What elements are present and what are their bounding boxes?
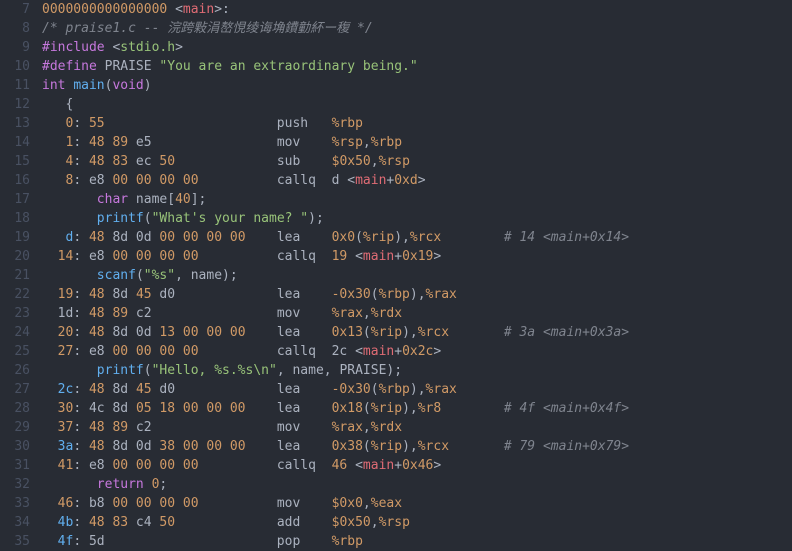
code-editor[interactable]: 7891011121314151617181920212223242526272… bbox=[0, 0, 792, 551]
line-number: 33 bbox=[0, 494, 30, 513]
code-line[interactable]: 0000000000000000 <main>: bbox=[42, 0, 792, 19]
code-line[interactable]: char name[40]; bbox=[42, 190, 792, 209]
line-number: 10 bbox=[0, 57, 30, 76]
line-number: 29 bbox=[0, 418, 30, 437]
code-line[interactable]: 14: e8 00 00 00 00 callq 19 <main+0x19> bbox=[42, 247, 792, 266]
code-line[interactable]: 20: 48 8d 0d 13 00 00 00 lea 0x13(%rip),… bbox=[42, 323, 792, 342]
code-line[interactable]: printf("What's your name? "); bbox=[42, 209, 792, 228]
line-number: 14 bbox=[0, 133, 30, 152]
code-line[interactable]: 46: b8 00 00 00 00 mov $0x0,%eax bbox=[42, 494, 792, 513]
line-number: 16 bbox=[0, 171, 30, 190]
line-number: 27 bbox=[0, 380, 30, 399]
line-number: 18 bbox=[0, 209, 30, 228]
code-line[interactable]: 4f: 5d pop %rbp bbox=[42, 532, 792, 551]
line-number: 7 bbox=[0, 0, 30, 19]
code-line[interactable]: int main(void) bbox=[42, 76, 792, 95]
code-line[interactable]: 1: 48 89 e5 mov %rsp,%rbp bbox=[42, 133, 792, 152]
line-number: 12 bbox=[0, 95, 30, 114]
code-area[interactable]: 0000000000000000 <main>:/* praise1.c -- … bbox=[42, 0, 792, 551]
line-number: 17 bbox=[0, 190, 30, 209]
code-line[interactable]: 30: 4c 8d 05 18 00 00 00 lea 0x18(%rip),… bbox=[42, 399, 792, 418]
code-line[interactable]: 19: 48 8d 45 d0 lea -0x30(%rbp),%rax bbox=[42, 285, 792, 304]
line-number: 28 bbox=[0, 399, 30, 418]
code-line[interactable]: 41: e8 00 00 00 00 callq 46 <main+0x46> bbox=[42, 456, 792, 475]
code-line[interactable]: printf("Hello, %s.%s\n", name, PRAISE); bbox=[42, 361, 792, 380]
line-number: 35 bbox=[0, 532, 30, 551]
code-line[interactable]: #define PRAISE "You are an extraordinary… bbox=[42, 57, 792, 76]
line-number: 24 bbox=[0, 323, 30, 342]
line-number: 23 bbox=[0, 304, 30, 323]
line-number: 32 bbox=[0, 475, 30, 494]
code-line[interactable]: 3a: 48 8d 0d 38 00 00 00 lea 0x38(%rip),… bbox=[42, 437, 792, 456]
line-number: 20 bbox=[0, 247, 30, 266]
line-number: 30 bbox=[0, 437, 30, 456]
line-number: 11 bbox=[0, 76, 30, 95]
code-line[interactable]: /* praise1.c -- 浣跨敤涓嶅悓绫诲埆鐨勭紑ー稪 */ bbox=[42, 19, 792, 38]
code-line[interactable]: 8: e8 00 00 00 00 callq d <main+0xd> bbox=[42, 171, 792, 190]
code-line[interactable]: 27: e8 00 00 00 00 callq 2c <main+0x2c> bbox=[42, 342, 792, 361]
code-line[interactable]: { bbox=[42, 95, 792, 114]
code-line[interactable]: #include <stdio.h> bbox=[42, 38, 792, 57]
code-line[interactable]: 2c: 48 8d 45 d0 lea -0x30(%rbp),%rax bbox=[42, 380, 792, 399]
code-line[interactable]: 37: 48 89 c2 mov %rax,%rdx bbox=[42, 418, 792, 437]
line-number-gutter: 7891011121314151617181920212223242526272… bbox=[0, 0, 42, 551]
line-number: 8 bbox=[0, 19, 30, 38]
line-number: 15 bbox=[0, 152, 30, 171]
line-number: 25 bbox=[0, 342, 30, 361]
code-line[interactable]: d: 48 8d 0d 00 00 00 00 lea 0x0(%rip),%r… bbox=[42, 228, 792, 247]
line-number: 34 bbox=[0, 513, 30, 532]
line-number: 21 bbox=[0, 266, 30, 285]
line-number: 13 bbox=[0, 114, 30, 133]
code-line[interactable]: scanf("%s", name); bbox=[42, 266, 792, 285]
code-line[interactable]: return 0; bbox=[42, 475, 792, 494]
line-number: 31 bbox=[0, 456, 30, 475]
code-line[interactable]: 4: 48 83 ec 50 sub $0x50,%rsp bbox=[42, 152, 792, 171]
code-line[interactable]: 1d: 48 89 c2 mov %rax,%rdx bbox=[42, 304, 792, 323]
code-line[interactable]: 4b: 48 83 c4 50 add $0x50,%rsp bbox=[42, 513, 792, 532]
line-number: 9 bbox=[0, 38, 30, 57]
line-number: 26 bbox=[0, 361, 30, 380]
line-number: 19 bbox=[0, 228, 30, 247]
line-number: 22 bbox=[0, 285, 30, 304]
code-line[interactable]: 0: 55 push %rbp bbox=[42, 114, 792, 133]
